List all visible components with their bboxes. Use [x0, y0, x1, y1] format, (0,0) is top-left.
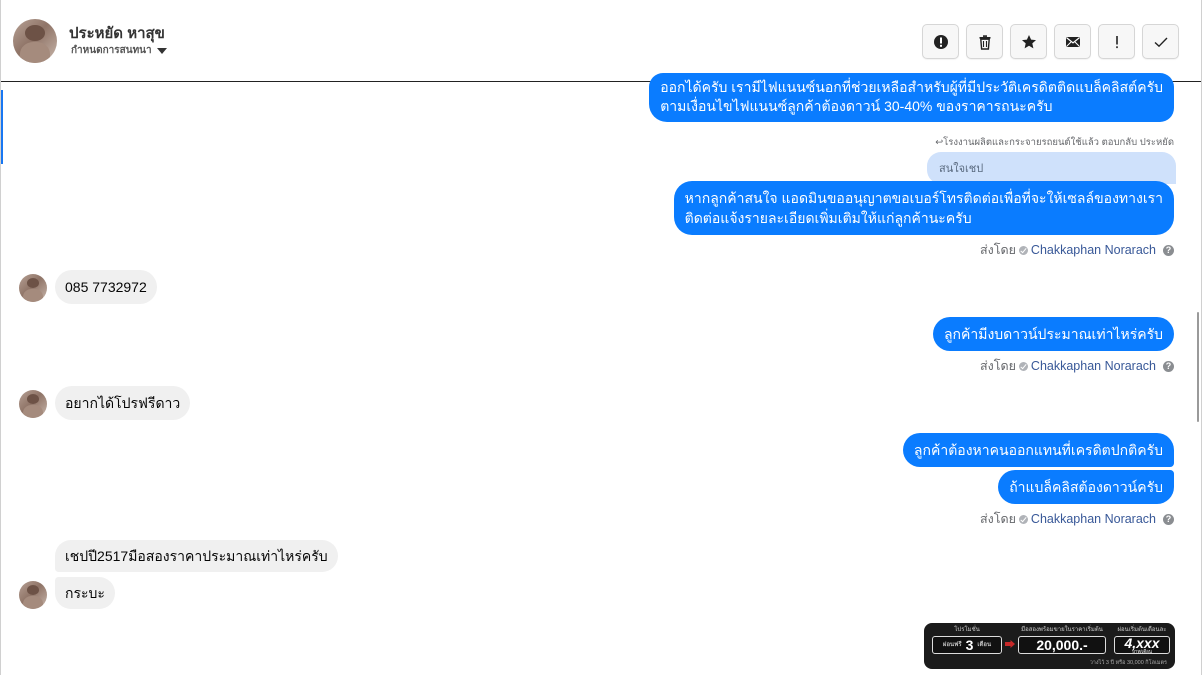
star-button[interactable] — [1010, 24, 1047, 59]
promo-caption: โปรโมชั่น — [954, 627, 980, 633]
mark-done-button[interactable] — [1142, 24, 1179, 59]
promo-value: 20,000.- — [1036, 637, 1088, 653]
message-incoming: อยากได้โปรฟรีดาว — [55, 386, 191, 420]
promo-unit: บาท/เดือน — [1132, 648, 1152, 654]
quoted-message[interactable]: สนใจเชป — [927, 152, 1176, 184]
message-outgoing: ลูกค้ามีงบดาวน์ประมาณเท่าไหร่ครับ — [932, 317, 1174, 351]
help-icon[interactable]: ? — [1163, 244, 1174, 256]
message-outgoing: หากลูกค้าสนใจ แอดมินขออนุญาตขอเบอร์โทรติ… — [673, 181, 1174, 235]
sent-by-prefix: ส่งโดย — [980, 359, 1016, 373]
reply-reference: ↩โรงงานผลิตและกระจายรถยนต์ใช้แล้ว ตอบกลั… — [935, 137, 1174, 148]
message-incoming: 085 7732972 — [55, 270, 157, 304]
message-incoming: กระบะ — [55, 577, 115, 609]
agent-name[interactable]: Chakkaphan Norarach — [1031, 243, 1156, 257]
chat-window: ประหยัด หาสุข กำหนดการสนทนา ออกได้ครับ เ… — [0, 0, 1202, 675]
sent-by-line: ส่งโดย Chakkaphan Norarach ? — [980, 356, 1174, 376]
promo-value: 4,xxx — [1124, 634, 1160, 651]
caret-down-icon — [156, 47, 167, 54]
help-icon[interactable]: ? — [1163, 360, 1174, 372]
sent-by-prefix: ส่งโดย — [980, 243, 1016, 257]
agent-name[interactable]: Chakkaphan Norarach — [1031, 512, 1156, 526]
exclamation-icon — [1115, 35, 1118, 48]
promo-footnote: วางไว้ 3 ปี หรือ 30,000 กิโลเมตร — [1089, 660, 1167, 666]
promo-box: 20,000.- — [1018, 636, 1106, 654]
arrow-right-icon — [1005, 640, 1015, 648]
promo-caption: ผ่อนเริ่มต้นเดือนละ — [1117, 627, 1167, 633]
contact-avatar-small[interactable] — [19, 581, 47, 609]
scrollbar[interactable] — [1197, 312, 1199, 422]
promo-image-attachment[interactable]: โปรโมชั่น ผ่อนฟรี 3 เดือน มือสองพร้อมขาย… — [924, 623, 1175, 669]
contact-avatar-small[interactable] — [19, 390, 47, 418]
trash-icon — [979, 34, 990, 50]
contact-avatar-small[interactable] — [19, 274, 47, 302]
promo-box: ผ่อนฟรี 3 เดือน — [932, 636, 1002, 654]
conversation-list-edge — [1, 90, 3, 164]
mark-unread-button[interactable] — [1054, 24, 1091, 59]
help-icon[interactable]: ? — [1163, 513, 1174, 525]
mark-spam-button[interactable] — [922, 24, 959, 59]
checkmark-icon — [1154, 37, 1168, 47]
promo-segment-1: โปรโมชั่น ผ่อนฟรี 3 เดือน — [932, 626, 1002, 666]
sent-by-line: ส่งโดย Chakkaphan Norarach ? — [980, 240, 1174, 260]
promo-value: 3 — [965, 637, 974, 653]
conversation-header: ประหยัด หาสุข กำหนดการสนทนา — [1, 0, 1201, 82]
promo-unit: เดือน — [977, 642, 992, 648]
star-icon — [1021, 34, 1036, 48]
conversation-toolbar — [922, 24, 1179, 59]
conversation-status-label: กำหนดการสนทนา — [71, 45, 152, 56]
message-outgoing: ออกได้ครับ เรามีไฟแนนซ์นอกที่ช่วยเหลือสำ… — [649, 73, 1174, 122]
verified-icon — [1018, 514, 1028, 524]
verified-icon — [1018, 361, 1028, 371]
promo-prefix: ผ่อนฟรี — [942, 642, 962, 648]
verified-icon — [1018, 245, 1028, 255]
message-outgoing: ลูกค้าต้องหาคนออกแทนที่เครดิตปกติครับ — [902, 433, 1174, 467]
contact-name[interactable]: ประหยัด หาสุข — [69, 21, 165, 45]
sent-by-line: ส่งโดย Chakkaphan Norarach ? — [980, 509, 1174, 529]
sent-by-prefix: ส่งโดย — [980, 512, 1016, 526]
message-outgoing: ถ้าแบล็คลิสต้องดาวน์ครับ — [998, 470, 1174, 504]
agent-name[interactable]: Chakkaphan Norarach — [1031, 359, 1156, 373]
conversation-status-dropdown[interactable]: กำหนดการสนทนา — [71, 43, 167, 58]
promo-box: 4,xxx บาท/เดือน — [1114, 636, 1170, 654]
delete-button[interactable] — [966, 24, 1003, 59]
envelope-icon — [1065, 36, 1080, 47]
message-incoming: เชปปี2517มือสองราคาประมาณเท่าไหร่ครับ — [55, 540, 338, 572]
contact-avatar[interactable] — [13, 19, 57, 63]
alert-circle-icon — [933, 34, 948, 49]
promo-caption: มือสองพร้อมขายในราคาเริ่มต้น — [1021, 627, 1103, 633]
follow-up-button[interactable] — [1098, 24, 1135, 59]
